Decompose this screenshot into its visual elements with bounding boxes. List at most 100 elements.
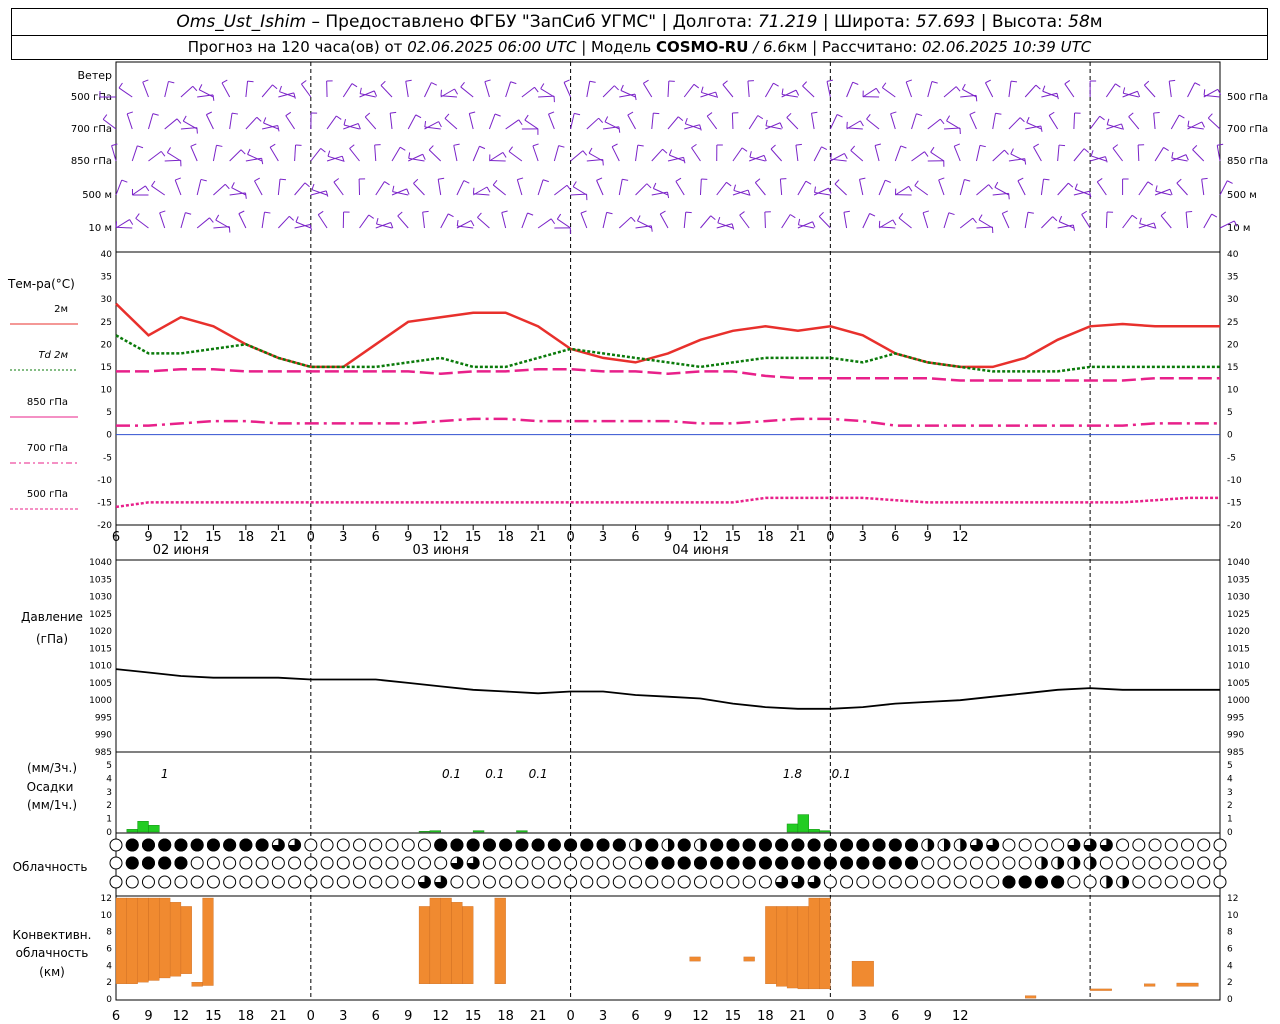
cloud-cover-circle: [1132, 838, 1146, 852]
cloud-cover-circle: [125, 875, 139, 889]
wind-barb-feather: [954, 143, 960, 147]
pressure-y-tick: 1015: [89, 644, 112, 654]
wind-barb-feather: [1217, 143, 1224, 146]
wind-barb: [992, 149, 1005, 162]
x-tick-label-bottom: 21: [270, 1009, 287, 1024]
wind-barb-feather: [1169, 189, 1173, 196]
wind-barb: [245, 81, 249, 98]
wind-barb-feather: [518, 119, 523, 126]
temp-legend-label: 500 гПа: [27, 489, 68, 500]
wind-barb-feather: [502, 152, 507, 158]
wind-barb-feather: [795, 89, 800, 96]
conv-y-tick: 6: [106, 945, 112, 955]
cloud-cover-full: [677, 838, 691, 852]
x-tick-label: 18: [238, 530, 255, 545]
wind-barb-feather: [706, 112, 713, 117]
wind-barb: [797, 180, 807, 196]
wind-barb: [895, 185, 909, 196]
wind-barb-feather: [1058, 215, 1063, 222]
cloud-cover-circle: [206, 856, 220, 870]
wind-barb: [810, 113, 815, 130]
precip-bar: [516, 830, 528, 833]
wind-barb: [586, 81, 591, 98]
wind-barb-feather: [722, 80, 728, 85]
precip-bar: [472, 830, 485, 833]
wind-barb-feather: [859, 120, 864, 127]
cloud-cover-full: [564, 838, 578, 852]
wind-barb-feather: [364, 112, 371, 118]
x-tick-label-bottom: 6: [112, 1009, 120, 1024]
wind-barb-feather: [939, 118, 945, 125]
cloud-cover-full: [596, 838, 610, 852]
wind-barb: [1064, 83, 1075, 98]
cloud-cover-circle: [1132, 875, 1146, 889]
wind-barb-feather: [190, 143, 197, 147]
wind-barb: [505, 119, 520, 130]
wind-level-label: 700 гПа: [71, 124, 112, 135]
wind-barb-feather: [852, 81, 859, 85]
wind-barb-feather: [1004, 149, 1009, 155]
conv-cloud-bar: [148, 897, 160, 981]
precip-y-tick: 1: [106, 815, 112, 825]
cloud-cover-full: [1034, 875, 1048, 889]
wind-barb-feather: [770, 144, 776, 150]
wind-barb-feather: [534, 86, 539, 93]
x-tick-label: 3: [339, 530, 347, 545]
wind-barb: [1207, 117, 1221, 130]
wind-barb-feather: [779, 122, 783, 129]
cloud-cover-circle: [223, 875, 237, 889]
temp-y-tick: 15: [101, 363, 112, 373]
cloud-cover-full: [791, 856, 805, 870]
pressure-y-tick-right: 1030: [1227, 593, 1250, 603]
wind-barb-feather: [231, 182, 235, 188]
wind-level-label: 10 м: [89, 223, 112, 234]
precip-amount-label: 0.1: [529, 767, 548, 781]
wind-barb-feather: [129, 219, 134, 225]
conv-y-tick-right: 4: [1227, 961, 1233, 971]
precip-amount-label: 0.1: [832, 767, 851, 781]
x-tick-label-bottom: 3: [859, 1009, 867, 1024]
cloud-cover-circle: [336, 838, 350, 852]
temp-y-tick-right: -5: [1227, 453, 1236, 463]
wind-barb: [1073, 112, 1076, 130]
wind-barb: [699, 178, 702, 196]
wind-barb-feather: [317, 210, 324, 216]
wind-barb: [213, 183, 226, 196]
conv-y-tick-right: 2: [1227, 978, 1233, 988]
wind-barb-feather: [1192, 145, 1198, 150]
cloud-cover-full: [710, 856, 724, 870]
wind-barb-feather: [390, 111, 397, 114]
x-tick-label-bottom: 12: [952, 1009, 969, 1024]
x-tick-label-bottom: 9: [404, 1009, 412, 1024]
temp-y-tick: -5: [103, 453, 112, 463]
cloud-cover-full: [758, 838, 772, 852]
x-tick-label: 18: [757, 530, 774, 545]
conv-cloud-bar: [451, 902, 463, 984]
wind-barb: [874, 145, 880, 162]
cloud-cover-circle: [385, 875, 399, 889]
conv-y-tick-right: 6: [1227, 945, 1233, 955]
x-tick-label: 9: [404, 530, 412, 545]
wind-barb: [424, 82, 432, 98]
x-tick-label-bottom: 12: [173, 1009, 190, 1024]
x-tick-label-bottom: 3: [599, 1009, 607, 1024]
wind-barb-feather: [206, 111, 213, 116]
wind-barb-feather: [376, 218, 379, 225]
wind-barb: [1154, 147, 1164, 162]
wind-barb: [1008, 81, 1012, 98]
wind-barb: [180, 85, 194, 98]
cloud-cover-full: [726, 856, 740, 870]
cloud-cover-circle: [629, 856, 643, 870]
wind-barb: [1033, 146, 1042, 162]
wind-barb: [953, 145, 961, 162]
wind-barb-feather: [397, 211, 403, 217]
wind-barb-feather: [351, 83, 358, 88]
wind-barb-feather: [231, 112, 239, 115]
wind-barb-feather: [582, 150, 588, 156]
cloud-cover-circle: [466, 875, 480, 889]
wind-barb: [126, 113, 133, 130]
wind-barb-feather: [914, 180, 919, 186]
cloud-cover-circle: [1116, 856, 1130, 870]
precip-title: Осадки: [27, 780, 74, 794]
wind-barb: [890, 113, 896, 130]
